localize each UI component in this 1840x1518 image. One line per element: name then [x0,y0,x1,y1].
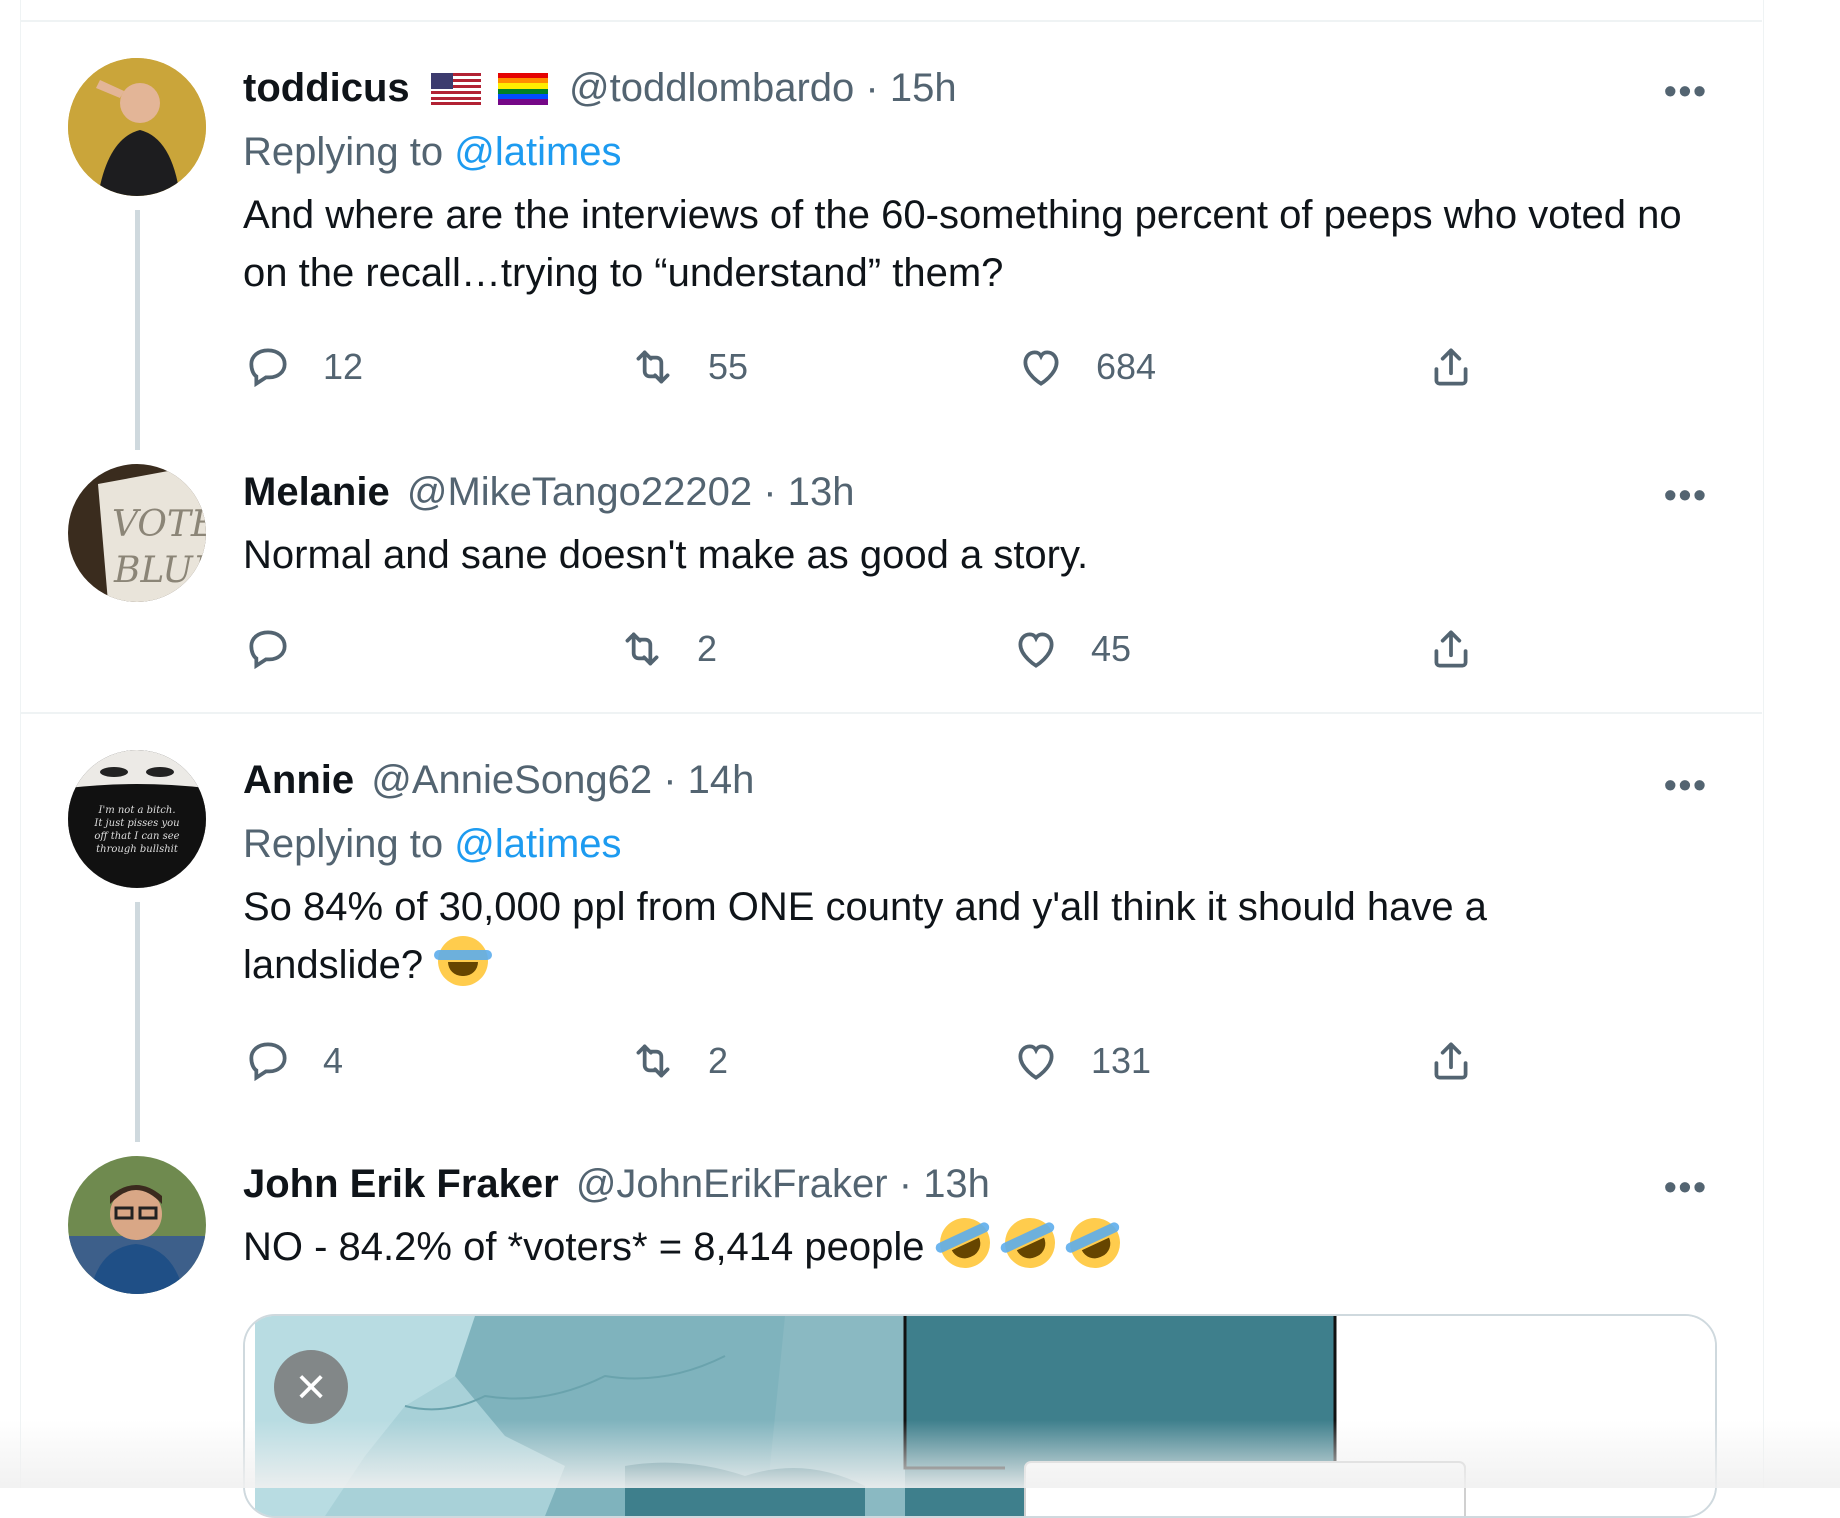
more-options-icon[interactable]: ••• [1664,477,1708,513]
share-icon [1434,1042,1468,1080]
reply-icon [249,1042,287,1082]
tweet-text-line: landslide? [243,936,1703,994]
avatar[interactable]: I'm not a bitch. It just pisses you off … [68,750,206,888]
rainbow-flag-emoji [497,68,548,105]
divider [20,20,1762,22]
rolling-on-floor-laughing-emoji [996,1209,1064,1277]
separator-dot: · [865,66,879,110]
separator-dot: · [898,1162,913,1206]
reply-count: 12 [323,346,364,387]
display-name[interactable]: toddicus [243,66,410,110]
tweet-text-line: So 84% of 30,000 ppl from ONE county and… [243,885,1487,929]
retweet-icon [625,632,659,666]
retweet-icon [636,1044,670,1078]
rolling-on-floor-laughing-emoji [1061,1209,1129,1277]
reply-icon [249,630,287,670]
thread-line [135,902,140,1142]
tweet-text: So 84% of 30,000 ppl from ONE county and… [243,878,1703,994]
avatar-mask-text: I'm not a bitch. It just pisses you off … [94,805,180,855]
timestamp[interactable]: 13h [788,470,855,514]
separator-dot: · [663,758,677,802]
like-button[interactable]: 684 [1016,342,1156,392]
share-button[interactable] [1426,342,1476,392]
tweet-text: Normal and sane doesn't make as good a s… [243,533,1089,577]
share-icon [1434,630,1468,668]
tweet-text-end: landslide? [243,943,424,987]
retweet-button[interactable]: 2 [628,1036,728,1086]
retweet-button[interactable]: 55 [628,342,748,392]
replying-to-link[interactable]: @latimes [454,822,621,866]
replying-to: Replying to @latimes [243,820,622,868]
retweet-count: 55 [708,346,749,387]
heart-icon [1018,632,1054,668]
us-flag-emoji [430,68,481,105]
replying-to-link[interactable]: @latimes [454,130,621,174]
timestamp[interactable]: 13h [923,1162,990,1206]
tweet-text: And where are the interviews of the 60-s… [243,193,1682,295]
retweet-icon [636,350,670,384]
like-button[interactable]: 131 [1011,1036,1151,1086]
like-button[interactable]: 45 [1011,624,1131,674]
tweet-header: Annie @AnnieSong62 · 14h [243,756,754,804]
reply-button[interactable]: 4 [243,1036,343,1086]
more-options-icon[interactable]: ••• [1664,73,1708,109]
replying-to-label: Replying to [243,130,444,174]
rolling-on-floor-laughing-emoji [931,1209,998,1277]
avatar[interactable] [68,1156,206,1294]
avatar[interactable] [68,58,206,196]
like-count: 45 [1091,628,1132,669]
bottom-fade [0,1420,1840,1488]
thread-line [135,210,140,450]
user-handle[interactable]: @JohnErikFraker [576,1162,888,1206]
timestamp[interactable]: 14h [688,758,755,802]
close-icon[interactable]: × [274,1350,348,1424]
tweet-header: John Erik Fraker @JohnErikFraker · 13h [243,1160,990,1208]
replying-to: Replying to @latimes [243,128,622,176]
share-icon [1434,348,1468,386]
tweet-header: Melanie @MikeTango22202 · 13h [243,468,854,516]
more-options-icon[interactable]: ••• [1664,1169,1708,1205]
tears-of-joy-emoji [434,936,493,986]
user-handle[interactable]: @toddlombardo [569,66,854,110]
retweet-count: 2 [708,1040,729,1081]
reply-button[interactable]: 12 [243,342,363,392]
reply-count: 4 [323,1040,344,1081]
replying-to-label: Replying to [243,822,444,866]
divider [20,712,1762,714]
display-name[interactable]: Melanie [243,470,390,514]
separator-dot: · [763,470,777,514]
like-count: 684 [1096,346,1157,387]
like-count: 131 [1091,1040,1152,1081]
share-button[interactable] [1426,624,1476,674]
display-name[interactable]: John Erik Fraker [243,1162,559,1206]
share-button[interactable] [1426,1036,1476,1086]
reply-icon [249,348,287,388]
avatar[interactable]: VOTE BLUE [68,464,206,602]
tweet-header: toddicus @toddlombardo · 15h [243,64,957,112]
reply-button[interactable] [243,624,323,674]
user-handle[interactable]: @AnnieSong62 [371,758,652,802]
tweet-text: NO - 84.2% of *voters* = 8,414 people [243,1209,1703,1277]
heart-icon [1018,1044,1054,1080]
retweet-button[interactable]: 2 [617,624,717,674]
svg-text:VOTE: VOTE [112,504,206,545]
retweet-count: 2 [697,628,718,669]
display-name[interactable]: Annie [243,758,354,802]
tweet-text-content: NO - 84.2% of *voters* = 8,414 people [243,1225,925,1269]
timestamp[interactable]: 15h [890,66,957,110]
more-options-icon[interactable]: ••• [1664,767,1708,803]
heart-icon [1023,350,1059,386]
user-handle[interactable]: @MikeTango22202 [407,470,752,514]
